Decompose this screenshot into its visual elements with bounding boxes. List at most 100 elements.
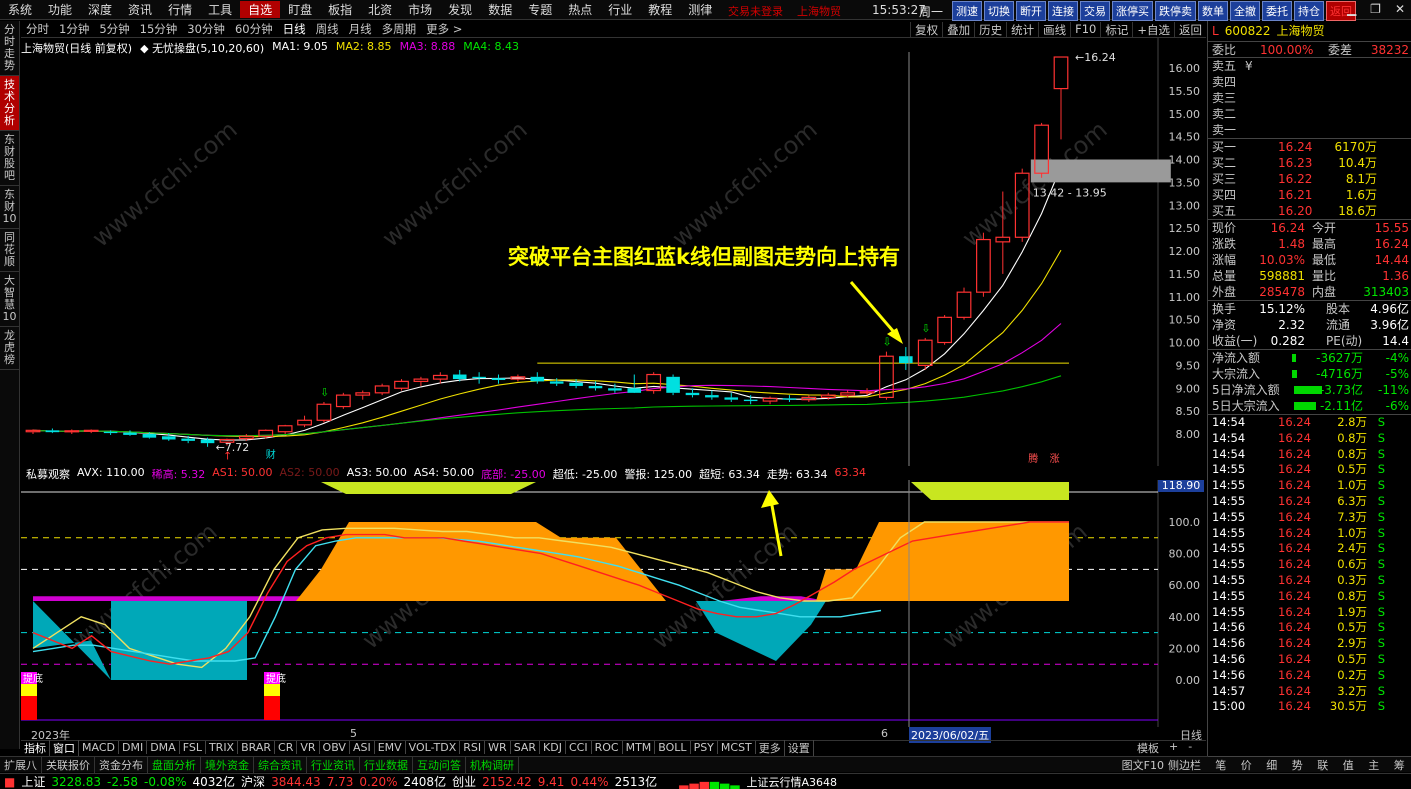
period-tab[interactable]: 多周期 xyxy=(377,21,422,37)
left-tab[interactable]: 技术分析 xyxy=(0,76,19,131)
quote-tab[interactable]: 笔 xyxy=(1215,757,1226,773)
status-tab[interactable]: 关联报价 xyxy=(42,756,95,773)
period-tab[interactable]: 分时 xyxy=(21,21,54,37)
period-tab[interactable]: 60分钟 xyxy=(230,21,278,37)
chart-tool-button[interactable]: 复权 xyxy=(910,22,942,38)
index-cy-name[interactable]: 创业 xyxy=(452,773,476,789)
indicator-tab[interactable]: VR xyxy=(297,741,320,754)
indicator-tab[interactable]: MCST xyxy=(718,741,756,754)
close-icon[interactable]: ✕ xyxy=(1395,2,1405,16)
indicator-tab[interactable]: RSI xyxy=(460,741,486,754)
quote-tab[interactable]: 筹 xyxy=(1394,757,1405,773)
menu-item[interactable]: 盯盘 xyxy=(280,1,320,18)
menu-item[interactable]: 工具 xyxy=(200,1,240,18)
period-tab[interactable]: 1分钟 xyxy=(54,21,94,37)
indicator-tab[interactable]: OBV xyxy=(320,741,350,754)
indicator-tab[interactable]: ROC xyxy=(592,741,623,754)
chart-tool-button[interactable]: 叠加 xyxy=(942,22,974,38)
toolbar-button[interactable]: 测速 xyxy=(952,1,982,21)
indicator-tab[interactable]: KDJ xyxy=(540,741,566,754)
menu-item[interactable]: 行业 xyxy=(600,1,640,18)
left-tab[interactable]: 龙虎榜 xyxy=(0,327,19,370)
chart-tool-button[interactable]: +自选 xyxy=(1132,22,1174,38)
restore-icon[interactable]: ❐ xyxy=(1370,2,1381,16)
indicator-tab[interactable]: WR xyxy=(485,741,511,754)
status-tab[interactable]: 盘面分析 xyxy=(148,756,201,773)
toolbar-button[interactable]: 涨停买 xyxy=(1112,1,1153,21)
status-tab[interactable]: 互动问答 xyxy=(413,756,466,773)
template-button[interactable]: 模板 xyxy=(1137,740,1159,756)
indicator-tab[interactable]: SAR xyxy=(511,741,541,754)
indicator-tab[interactable]: VOL-TDX xyxy=(406,741,461,754)
period-tab[interactable]: 更多 > xyxy=(421,21,467,37)
indicator-tab[interactable]: ASI xyxy=(350,741,375,754)
indicator-tab[interactable]: DMI xyxy=(119,741,148,754)
zoom-in-button[interactable]: + xyxy=(1169,740,1178,756)
indicator-tab[interactable]: CCI xyxy=(566,741,592,754)
index-sh-name[interactable]: 上证 xyxy=(21,773,45,789)
sidebar-button[interactable]: 侧边栏 xyxy=(1168,757,1201,773)
left-tab[interactable]: 东财股吧 xyxy=(0,131,19,186)
status-tab[interactable]: 行业数据 xyxy=(360,756,413,773)
indicator-tab[interactable]: PSY xyxy=(691,741,718,754)
quote-tab[interactable]: 细 xyxy=(1266,757,1277,773)
left-tab[interactable]: 分时走势 xyxy=(0,21,19,76)
left-tab[interactable]: 东财10 xyxy=(0,186,19,229)
menu-item[interactable]: 专题 xyxy=(520,1,560,18)
indicator-tab[interactable]: DMA xyxy=(147,741,180,754)
indicator-tab[interactable]: 窗口 xyxy=(50,739,79,756)
indicator-tab[interactable]: MACD xyxy=(79,741,119,754)
quote-tab[interactable]: 势 xyxy=(1292,757,1303,773)
period-tab[interactable]: 日线 xyxy=(278,21,311,37)
indicator-chart[interactable]: 100.080.0060.0040.0020.000.00118.90www.c… xyxy=(21,480,1206,727)
status-tab[interactable]: 境外资金 xyxy=(201,756,254,773)
chart-tool-button[interactable]: 标记 xyxy=(1100,22,1132,38)
left-tab[interactable]: 大智慧10 xyxy=(0,272,19,327)
menu-item[interactable]: 测律 xyxy=(680,1,720,18)
zoom-out-button[interactable]: - xyxy=(1188,740,1192,756)
menu-item[interactable]: 热点 xyxy=(560,1,600,18)
quote-tab[interactable]: 价 xyxy=(1241,757,1252,773)
menu-item[interactable]: 板指 xyxy=(320,1,360,18)
toolbar-button[interactable]: 委托 xyxy=(1262,1,1292,21)
chart-tool-button[interactable]: F10 xyxy=(1070,22,1100,38)
status-tab[interactable]: 综合资讯 xyxy=(254,756,307,773)
indicator-tab[interactable]: MTM xyxy=(623,741,656,754)
period-tab[interactable]: 15分钟 xyxy=(135,21,183,37)
indicator-tab[interactable]: TRIX xyxy=(206,741,239,754)
toolbar-button[interactable]: 交易 xyxy=(1080,1,1110,21)
minimize-icon[interactable]: ▁ xyxy=(1347,2,1356,16)
quote-tab[interactable]: 值 xyxy=(1343,757,1354,773)
menu-item[interactable]: 市场 xyxy=(400,1,440,18)
toolbar-button[interactable]: 全撤 xyxy=(1230,1,1260,21)
period-tab[interactable]: 30分钟 xyxy=(182,21,230,37)
menu-item[interactable]: 北资 xyxy=(360,1,400,18)
menu-item[interactable]: 行情 xyxy=(160,1,200,18)
toolbar-button[interactable]: 数单 xyxy=(1198,1,1228,21)
status-tab[interactable]: 行业资讯 xyxy=(307,756,360,773)
toolbar-button[interactable]: 持仓 xyxy=(1294,1,1324,21)
indicator-tab[interactable]: 设置 xyxy=(785,739,814,756)
indicator-tab[interactable]: EMV xyxy=(375,741,406,754)
menu-item[interactable]: 数据 xyxy=(480,1,520,18)
period-tab[interactable]: 月线 xyxy=(344,21,377,37)
chart-tool-button[interactable]: 返回 xyxy=(1174,22,1206,38)
index-hs-name[interactable]: 沪深 xyxy=(241,773,265,789)
menu-item[interactable]: 自选 xyxy=(240,1,281,18)
indicator-tab[interactable]: FSL xyxy=(180,741,206,754)
toolbar-button[interactable]: 跌停卖 xyxy=(1155,1,1196,21)
menu-item[interactable]: 发现 xyxy=(440,1,480,18)
indicator-tab[interactable]: BRAR xyxy=(238,741,276,754)
quote-tab[interactable]: 主 xyxy=(1368,757,1379,773)
menu-item[interactable]: 功能 xyxy=(40,1,80,18)
menu-item[interactable]: 资讯 xyxy=(120,1,160,18)
toolbar-button[interactable]: 连接 xyxy=(1048,1,1078,21)
indicator-tab[interactable]: 更多 xyxy=(756,739,785,756)
status-tab[interactable]: 扩展八 xyxy=(0,756,42,773)
indicator-tab[interactable]: BOLL xyxy=(655,741,691,754)
chart-tool-button[interactable]: 画线 xyxy=(1038,22,1070,38)
menu-item[interactable]: 系统 xyxy=(0,1,40,18)
status-tab[interactable]: 机构调研 xyxy=(466,756,519,773)
indicator-tab[interactable]: 指标 xyxy=(21,739,50,756)
menu-item[interactable]: 教程 xyxy=(640,1,680,18)
